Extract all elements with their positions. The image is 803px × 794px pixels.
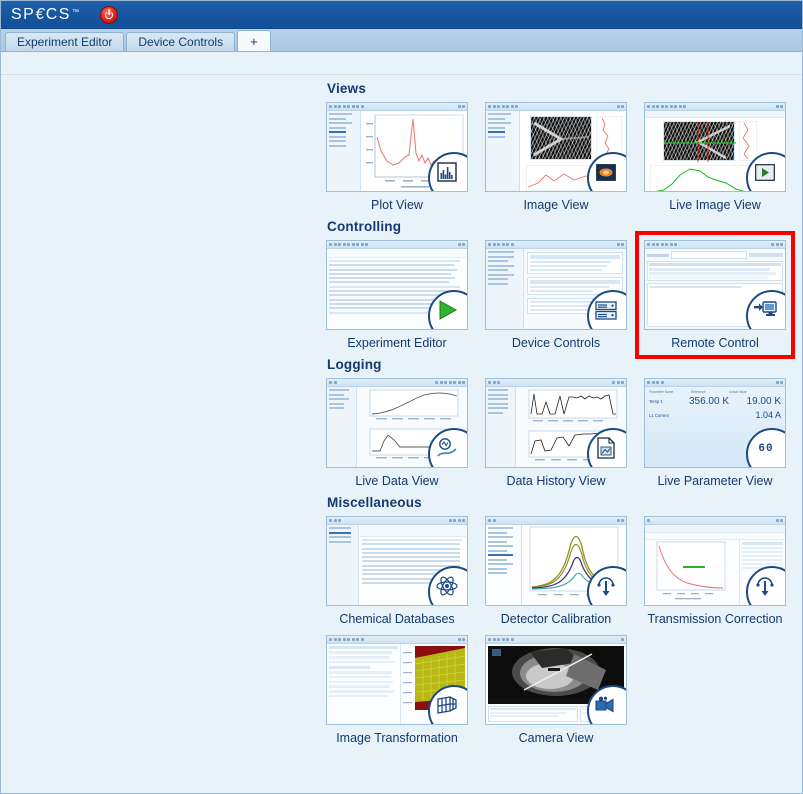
tab-add-new[interactable]: + — [237, 30, 271, 51]
card-device-controls[interactable]: Device Controls — [485, 240, 627, 350]
card-label: Image View — [523, 198, 589, 212]
section-title-controlling: Controlling — [327, 219, 402, 234]
section-controlling: Controlling Experiment Editor Device Con… — [326, 219, 795, 359]
card-row: Plot View Image View Live Image View — [326, 102, 786, 212]
param-col-name: Parameter Name — [649, 390, 674, 394]
application-window: SP€CS ™ Experiment Editor Device Control… — [0, 0, 803, 794]
section-miscellaneous: Miscellaneous Chemical Databases Detecto… — [326, 495, 786, 745]
card-label: Plot View — [371, 198, 423, 212]
param-row-name: L1 Current — [649, 412, 669, 418]
image-view-heatmap — [530, 116, 592, 160]
thumbnail-camera-view[interactable] — [485, 635, 627, 725]
card-label: Image Transformation — [336, 731, 458, 745]
card-data-history-view[interactable]: Data History View — [485, 378, 627, 488]
thumbnail-detector-calibration[interactable] — [485, 516, 627, 606]
live-data-chart-top — [369, 389, 459, 420]
card-label: Remote Control — [671, 336, 759, 350]
card-plot-view[interactable]: Plot View — [326, 102, 468, 212]
card-label: Transmission Correction — [647, 612, 783, 626]
card-image-view[interactable]: Image View — [485, 102, 627, 212]
live-image-side-profile — [739, 121, 757, 161]
card-experiment-editor[interactable]: Experiment Editor — [326, 240, 468, 350]
section-views: Views Plot View Image View Live Image Vi… — [326, 81, 786, 212]
thumbnail-transmission-correction[interactable] — [644, 516, 786, 606]
card-row: Experiment Editor Device Controls Remote… — [326, 231, 795, 359]
title-bar: SP€CS ™ — [1, 1, 802, 29]
param-col-reference: Reference — [691, 390, 706, 394]
section-title-views: Views — [327, 81, 367, 96]
card-label: Data History View — [506, 474, 606, 488]
content-area: Views Plot View Image View Live Image Vi… — [1, 52, 802, 793]
thumbnail-remote-control[interactable] — [644, 240, 786, 330]
card-row: Image Transformation Camera View — [326, 635, 786, 745]
card-image-transformation[interactable]: Image Transformation — [326, 635, 468, 745]
live-image-heatmap — [663, 121, 736, 162]
thumbnail-chemical-databases[interactable] — [326, 516, 468, 606]
thumbnail-device-controls[interactable] — [485, 240, 627, 330]
thumbnail-live-image-view[interactable] — [644, 102, 786, 192]
section-logging: Logging Live Data View Data History View… — [326, 357, 786, 488]
thumbnail-plot-view[interactable] — [326, 102, 468, 192]
specs-logo: SP€CS ™ — [11, 6, 80, 24]
card-label: Chemical Databases — [339, 612, 455, 626]
thumbnail-image-view[interactable] — [485, 102, 627, 192]
trademark-mark: ™ — [71, 8, 80, 16]
sixty-icon-label: 60 — [758, 443, 774, 455]
param-row-name: Temp 1 — [649, 399, 663, 404]
card-live-data-view[interactable]: Live Data View — [326, 378, 468, 488]
card-label: Device Controls — [511, 336, 601, 350]
card-remote-control[interactable]: Remote Control — [635, 231, 795, 359]
section-title-miscellaneous: Miscellaneous — [327, 495, 422, 510]
card-label: Live Image View — [669, 198, 761, 212]
content-divider — [1, 74, 802, 75]
param-col-actual: Actual Value — [729, 390, 747, 394]
tab-experiment-editor[interactable]: Experiment Editor — [5, 32, 125, 51]
live-image-bottom-profile — [650, 165, 754, 191]
thumbnail-experiment-editor[interactable] — [326, 240, 468, 330]
card-label: Live Parameter View — [657, 474, 773, 488]
card-label: Live Data View — [355, 474, 439, 488]
card-row: Live Data View Data History View Paramet… — [326, 378, 786, 488]
tab-bar: Experiment Editor Device Controls + — [1, 29, 802, 52]
param-row-actual: 1.04 A — [755, 410, 781, 420]
card-live-parameter-view[interactable]: Parameter Name Reference Actual Value Te… — [644, 378, 786, 488]
card-label: Camera View — [518, 731, 594, 745]
brand-text: SP€CS — [11, 5, 71, 23]
power-icon[interactable] — [99, 5, 118, 24]
data-history-chart-top — [528, 389, 618, 422]
card-chemical-databases[interactable]: Chemical Databases — [326, 516, 468, 626]
card-detector-calibration[interactable]: Detector Calibration — [485, 516, 627, 626]
thumbnail-live-parameter-view[interactable]: Parameter Name Reference Actual Value Te… — [644, 378, 786, 468]
card-live-image-view[interactable]: Live Image View — [644, 102, 786, 212]
card-camera-view[interactable]: Camera View — [485, 635, 627, 745]
param-row-reference: 356.00 K — [688, 396, 729, 407]
thumbnail-live-data-view[interactable] — [326, 378, 468, 468]
card-label: Experiment Editor — [347, 336, 447, 350]
thumbnail-image-transformation[interactable] — [326, 635, 468, 725]
transmission-decay-chart — [656, 541, 726, 600]
view-catalog: Views Plot View Image View Live Image Vi… — [326, 81, 795, 752]
card-transmission-correction[interactable]: Transmission Correction — [644, 516, 786, 626]
section-title-logging: Logging — [327, 357, 382, 372]
card-label: Detector Calibration — [500, 612, 612, 626]
tab-device-controls[interactable]: Device Controls — [126, 32, 236, 51]
thumbnail-data-history-view[interactable] — [485, 378, 627, 468]
card-row: Chemical Databases Detector Calibration … — [326, 516, 786, 626]
param-row-actual: 19.00 K — [746, 396, 781, 407]
